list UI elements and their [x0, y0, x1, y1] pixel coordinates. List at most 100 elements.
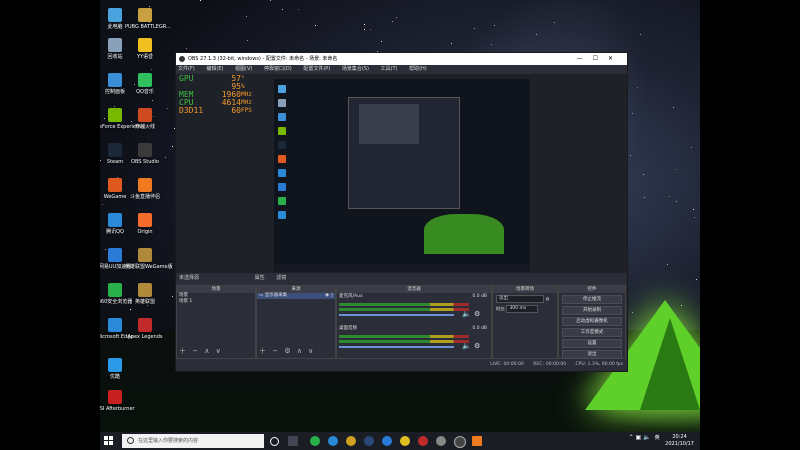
desktop-icon[interactable]: 穿越火线 [125, 108, 165, 130]
sources-dock[interactable]: 来源 ▭ 显示器采集 ◉ ▯ ＋ − ⚙ ∧ ∨ [256, 285, 336, 359]
window-controls[interactable]: —☐✕ [577, 53, 623, 65]
task-view-icon[interactable] [288, 436, 298, 446]
menu-file[interactable]: 文件(F) [178, 66, 195, 72]
scene-controls[interactable]: ＋ − ∧ ∨ [179, 346, 223, 356]
star [536, 34, 537, 35]
menu-docks[interactable]: 停靠窗口(D) [264, 66, 292, 72]
scene-item[interactable]: 场景 1 [177, 299, 255, 305]
star [392, 21, 393, 22]
window-title: OBS 27.1.3 (32-bit, windows) - 配置文件: 未命名… [188, 56, 338, 62]
qq-taskbar-icon[interactable] [400, 436, 410, 446]
desktop-icon[interactable]: 斗鱼直播伴侣 [125, 178, 165, 200]
star [130, 309, 131, 310]
duration-input[interactable]: 300 ms [506, 305, 539, 313]
menu-profile[interactable]: 配置文件(P) [303, 66, 330, 72]
desktop-icon[interactable]: Origin [125, 213, 165, 235]
settings-button[interactable]: 设置 [562, 339, 622, 348]
desktop-icon[interactable]: 英雄联盟 [125, 283, 165, 305]
star [451, 43, 452, 44]
start-recording-button[interactable]: 开始录制 [562, 306, 622, 315]
desktop-icon[interactable]: OBS Studio [125, 143, 165, 165]
menu-edit[interactable]: 编辑(E) [206, 66, 223, 72]
explorer-taskbar-icon[interactable] [346, 436, 356, 446]
star [494, 25, 495, 26]
desktop-icon[interactable]: PUBG BATTLEGR... [125, 8, 171, 30]
transitions-dock[interactable]: 场景转场 淡出 ⚙ 时长 300 ms [492, 285, 558, 359]
maximize-button[interactable]: ☐ [593, 55, 608, 62]
star [114, 106, 115, 107]
tray-icons[interactable]: ⌃ ▣ 🔈 [629, 434, 651, 441]
studio-mode-button[interactable]: 工作室模式 [562, 328, 622, 337]
star [637, 87, 638, 88]
desktop-icon[interactable]: QQ音乐 [125, 73, 165, 95]
controls-dock[interactable]: 控件 停止推流 开始录制 启动虚拟摄像机 工作室模式 设置 退出 [558, 285, 626, 359]
source-toolbar: 未选择源 属性 滤镜 [176, 274, 627, 283]
edge-taskbar-icon[interactable] [328, 436, 338, 446]
volume-slider[interactable] [339, 314, 454, 316]
douyu-taskbar-icon[interactable] [472, 436, 482, 446]
virtual-camera-button[interactable]: 启动虚拟摄像机 [562, 317, 622, 326]
app-taskbar-icon[interactable] [436, 436, 446, 446]
preview-desktop-icon [278, 99, 286, 107]
obs-taskbar-icon[interactable] [454, 436, 466, 448]
search-placeholder: 在这里输入你要搜索的内容 [138, 438, 199, 444]
menu-scene-collection[interactable]: 场景集合(S) [342, 66, 369, 72]
minimize-button[interactable]: — [577, 55, 593, 62]
filters-button[interactable]: 滤镜 [276, 275, 286, 281]
gear-icon[interactable]: ⚙ [474, 342, 480, 350]
close-button[interactable]: ✕ [608, 55, 623, 62]
source-controls[interactable]: ＋ − ⚙ ∧ ∨ [259, 346, 315, 356]
preview-desktop-icon [278, 211, 286, 219]
stop-streaming-button[interactable]: 停止推流 [562, 295, 622, 304]
app-icon [108, 213, 122, 227]
nested-obs-window [348, 97, 460, 209]
source-item[interactable]: ▭ 显示器采集 ◉ ▯ [257, 293, 335, 299]
cortana-icon[interactable] [270, 437, 279, 446]
menu-tools[interactable]: 工具(T) [381, 66, 398, 72]
clock[interactable]: 20:24 2021/10/17 [665, 434, 694, 448]
gear-icon[interactable]: ⚙ [474, 310, 480, 318]
desktop-icon[interactable]: 优酷 [100, 358, 135, 380]
volume-slider[interactable] [339, 346, 454, 348]
system-tray[interactable]: ⌃ ▣ 🔈 英 20:24 2021/10/17 [629, 432, 694, 448]
app-taskbar-icon[interactable] [418, 436, 428, 446]
desktop-icon[interactable]: 英雄联盟WeGame版 [125, 248, 173, 270]
search-box[interactable]: 在这里输入你要搜索的内容 [122, 434, 264, 448]
360-browser-taskbar-icon[interactable] [310, 436, 320, 446]
desktop-icon[interactable]: MSI Afterburner [100, 390, 135, 412]
stat-unit: ° [241, 75, 245, 82]
speaker-icon[interactable]: 🔈 [462, 342, 471, 350]
obs-window[interactable]: OBS 27.1.3 (32-bit, windows) - 配置文件: 未命名… [175, 52, 628, 372]
star [246, 16, 247, 17]
app-icon [138, 38, 152, 52]
gear-icon[interactable]: ⚙ [545, 298, 549, 303]
scenes-dock[interactable]: 场景 场景 场景 1 ＋ − ∧ ∨ [176, 285, 256, 359]
app-icon [108, 318, 122, 332]
properties-button[interactable]: 属性 [255, 275, 265, 281]
controls-header: 控件 [559, 286, 625, 293]
uu-taskbar-icon[interactable] [382, 436, 392, 446]
visibility-lock-icons[interactable]: ◉ ▯ [325, 293, 333, 299]
lang-indicator[interactable]: 英 [655, 435, 660, 441]
stat-key: D3D11 [179, 106, 204, 115]
steam-taskbar-icon[interactable] [364, 436, 374, 446]
speaker-icon[interactable]: 🔈 [462, 310, 471, 318]
windows-start-icon[interactable] [104, 436, 114, 446]
duration-row: 时长 300 ms [493, 305, 557, 313]
app-icon [108, 283, 122, 297]
exit-button[interactable]: 退出 [562, 350, 622, 359]
desktop-icon-label: 穿越火线 [134, 124, 155, 130]
app-icon [138, 318, 152, 332]
star [643, 174, 644, 175]
preview-canvas[interactable] [274, 79, 530, 272]
menu-view[interactable]: 视图(V) [235, 66, 252, 72]
star [200, 0, 201, 1]
transition-type[interactable]: 淡出 ⚙ [493, 293, 557, 305]
desktop-icon[interactable]: YY语音 [125, 38, 165, 60]
title-bar[interactable]: OBS 27.1.3 (32-bit, windows) - 配置文件: 未命名… [176, 53, 627, 65]
audio-mixer-dock[interactable]: 混音器 麦克风/Aux 0.0 dB 🔈 ⚙ 桌面音频 0.0 dB � [336, 285, 492, 359]
star [172, 146, 173, 147]
transition-select[interactable]: 淡出 [496, 295, 544, 303]
menu-help[interactable]: 帮助(H) [409, 66, 427, 72]
desktop-icon[interactable]: Apex Legends [125, 318, 165, 340]
